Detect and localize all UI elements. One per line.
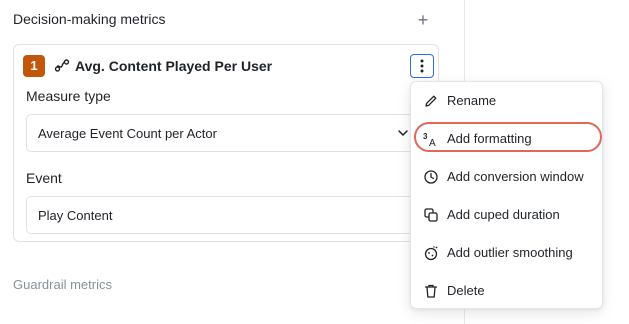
- event-select[interactable]: Play Content: [26, 196, 427, 234]
- formatting-icon: 3 A: [423, 132, 436, 147]
- metric-options-button[interactable]: [410, 54, 434, 78]
- event-label: Event: [26, 170, 62, 186]
- metric-card: 1 Avg. Content Played Per User Measure t…: [13, 44, 439, 242]
- kebab-menu-icon: [420, 59, 424, 73]
- menu-item-add-conversion-window[interactable]: Add conversion window: [411, 159, 602, 195]
- smoothing-icon: [424, 246, 438, 261]
- menu-item-label: Delete: [447, 283, 485, 298]
- metric-index-badge: 1: [23, 55, 45, 77]
- menu-item-add-cuped-duration[interactable]: Add cuped duration: [411, 197, 602, 233]
- section-title: Decision-making metrics: [13, 11, 166, 27]
- copy-icon: [424, 208, 438, 222]
- svg-text:3: 3: [423, 132, 428, 141]
- menu-item-add-outlier-smoothing[interactable]: Add outlier smoothing: [411, 235, 602, 271]
- menu-item-label: Add cuped duration: [447, 207, 560, 222]
- menu-item-label: Add outlier smoothing: [447, 245, 573, 260]
- clock-icon: [424, 170, 438, 184]
- trash-icon: [424, 284, 438, 298]
- metrics-panel: Decision-making metrics + 1 Avg. Content…: [0, 0, 465, 324]
- svg-text:A: A: [429, 138, 436, 147]
- event-flow-icon: [54, 59, 70, 72]
- menu-item-label: Add conversion window: [447, 169, 584, 184]
- measure-type-select[interactable]: Average Event Count per Actor: [26, 114, 416, 152]
- menu-item-add-formatting[interactable]: 3 A Add formatting: [411, 121, 602, 157]
- guardrail-section-title: Guardrail metrics: [13, 277, 112, 292]
- measure-type-value: Average Event Count per Actor: [38, 126, 217, 141]
- metric-options-menu: Rename 3 A Add formatting Add conversion…: [410, 81, 603, 309]
- chevron-down-icon: [398, 130, 408, 137]
- menu-item-rename[interactable]: Rename: [411, 83, 602, 119]
- measure-type-label: Measure type: [26, 88, 111, 104]
- menu-item-delete[interactable]: Delete: [411, 273, 602, 309]
- event-value: Play Content: [38, 208, 113, 223]
- metric-name: Avg. Content Played Per User: [75, 58, 273, 74]
- add-metric-button[interactable]: +: [414, 11, 432, 30]
- menu-item-label: Add formatting: [447, 131, 532, 146]
- menu-item-label: Rename: [447, 93, 497, 108]
- pencil-icon: [425, 95, 437, 107]
